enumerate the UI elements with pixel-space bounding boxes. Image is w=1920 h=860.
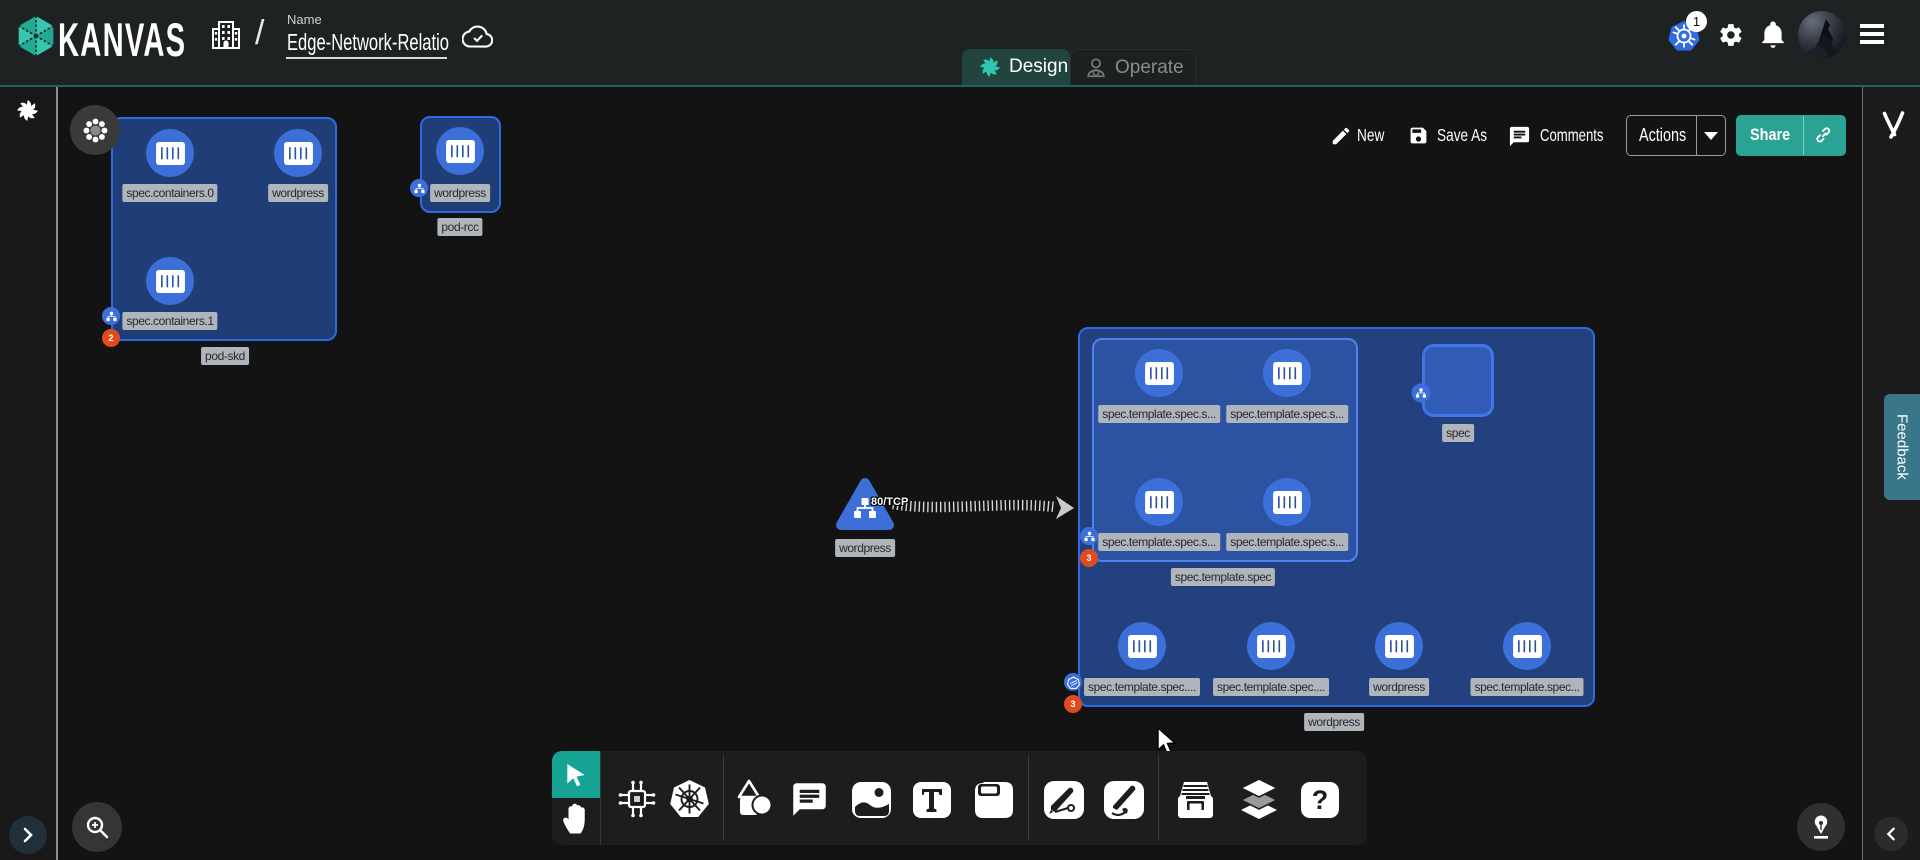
svg-text:?: ?	[1312, 785, 1329, 815]
